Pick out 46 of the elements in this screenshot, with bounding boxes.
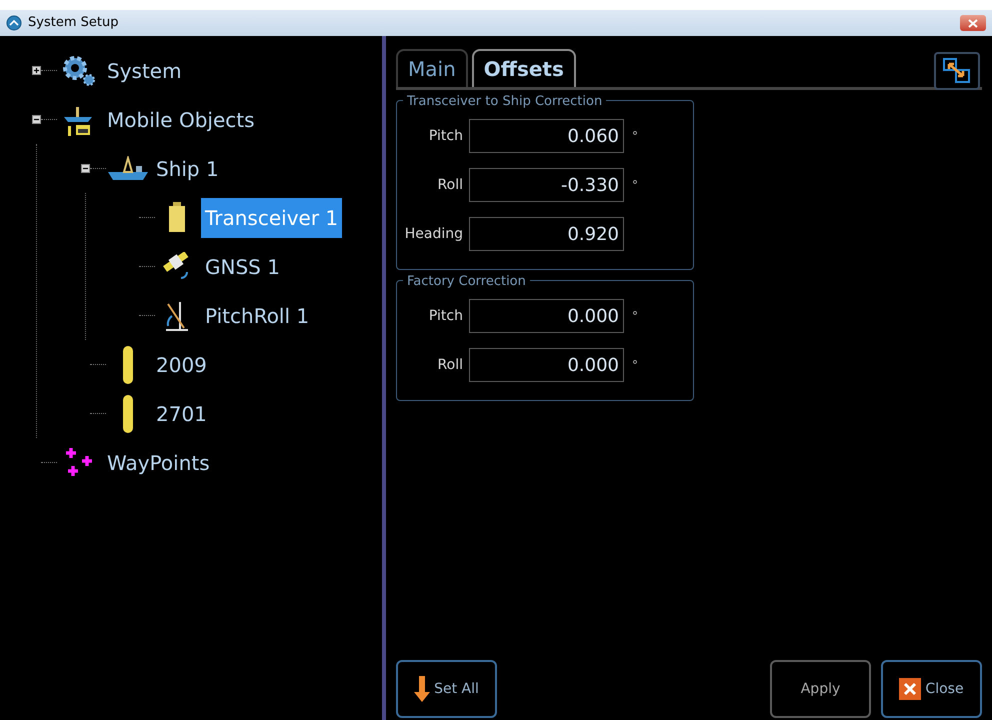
tab[interactable]: Offsets (472, 49, 576, 87)
field-label: Roll (436, 356, 464, 374)
tree-item[interactable]: GNSS 1 (201, 246, 284, 286)
value-field[interactable]: 0.920 (469, 217, 624, 251)
tree-item[interactable]: 2701 (152, 394, 211, 434)
tree-item[interactable]: PitchRoll 1 (201, 296, 314, 336)
close-icon (899, 678, 922, 700)
tree-item[interactable]: WayPoints (103, 442, 214, 482)
tree-item[interactable]: Ship 1 (152, 148, 223, 188)
beacon-icon (122, 394, 134, 434)
ship-icon (106, 156, 150, 182)
tree-item[interactable]: Mobile Objects (103, 100, 259, 140)
app-icon (6, 15, 22, 31)
field-label: Heading (404, 224, 464, 244)
minus-icon (33, 116, 40, 123)
field-label: Pitch (428, 126, 464, 146)
field-label: Pitch (428, 306, 464, 326)
tree-item[interactable]: System (103, 50, 186, 90)
beacon-icon (122, 344, 134, 384)
apply-button[interactable]: Apply (770, 660, 871, 718)
gears-icon (61, 54, 97, 88)
value-field[interactable]: 0.000 (469, 299, 624, 333)
degree-unit: ° (632, 308, 638, 325)
resize-button[interactable] (934, 52, 980, 90)
transceiver-icon (167, 202, 187, 234)
expand-button[interactable] (32, 66, 41, 75)
tab[interactable]: Main (396, 49, 468, 87)
close-icon (968, 18, 978, 28)
collapse-button[interactable] (81, 164, 90, 173)
plus-icon (33, 67, 40, 74)
window-title: System Setup (28, 14, 120, 32)
minus-icon (82, 165, 89, 172)
down-arrow-icon (414, 676, 430, 702)
degree-unit: ° (632, 357, 638, 374)
resize-icon (943, 58, 971, 84)
value-field[interactable]: 0.060 (469, 119, 624, 153)
value-field[interactable]: -0.330 (469, 168, 624, 202)
close-button[interactable] (960, 15, 986, 31)
set-all-button[interactable]: Set All (396, 660, 497, 718)
close-dialog-button[interactable]: Close (881, 660, 982, 718)
field-label: Roll (436, 176, 464, 194)
degree-unit: ° (632, 177, 638, 194)
degree-unit: ° (632, 128, 638, 145)
collapse-button[interactable] (32, 115, 41, 124)
tree-item[interactable]: 2009 (152, 344, 211, 384)
value-field[interactable]: 0.000 (469, 348, 624, 382)
